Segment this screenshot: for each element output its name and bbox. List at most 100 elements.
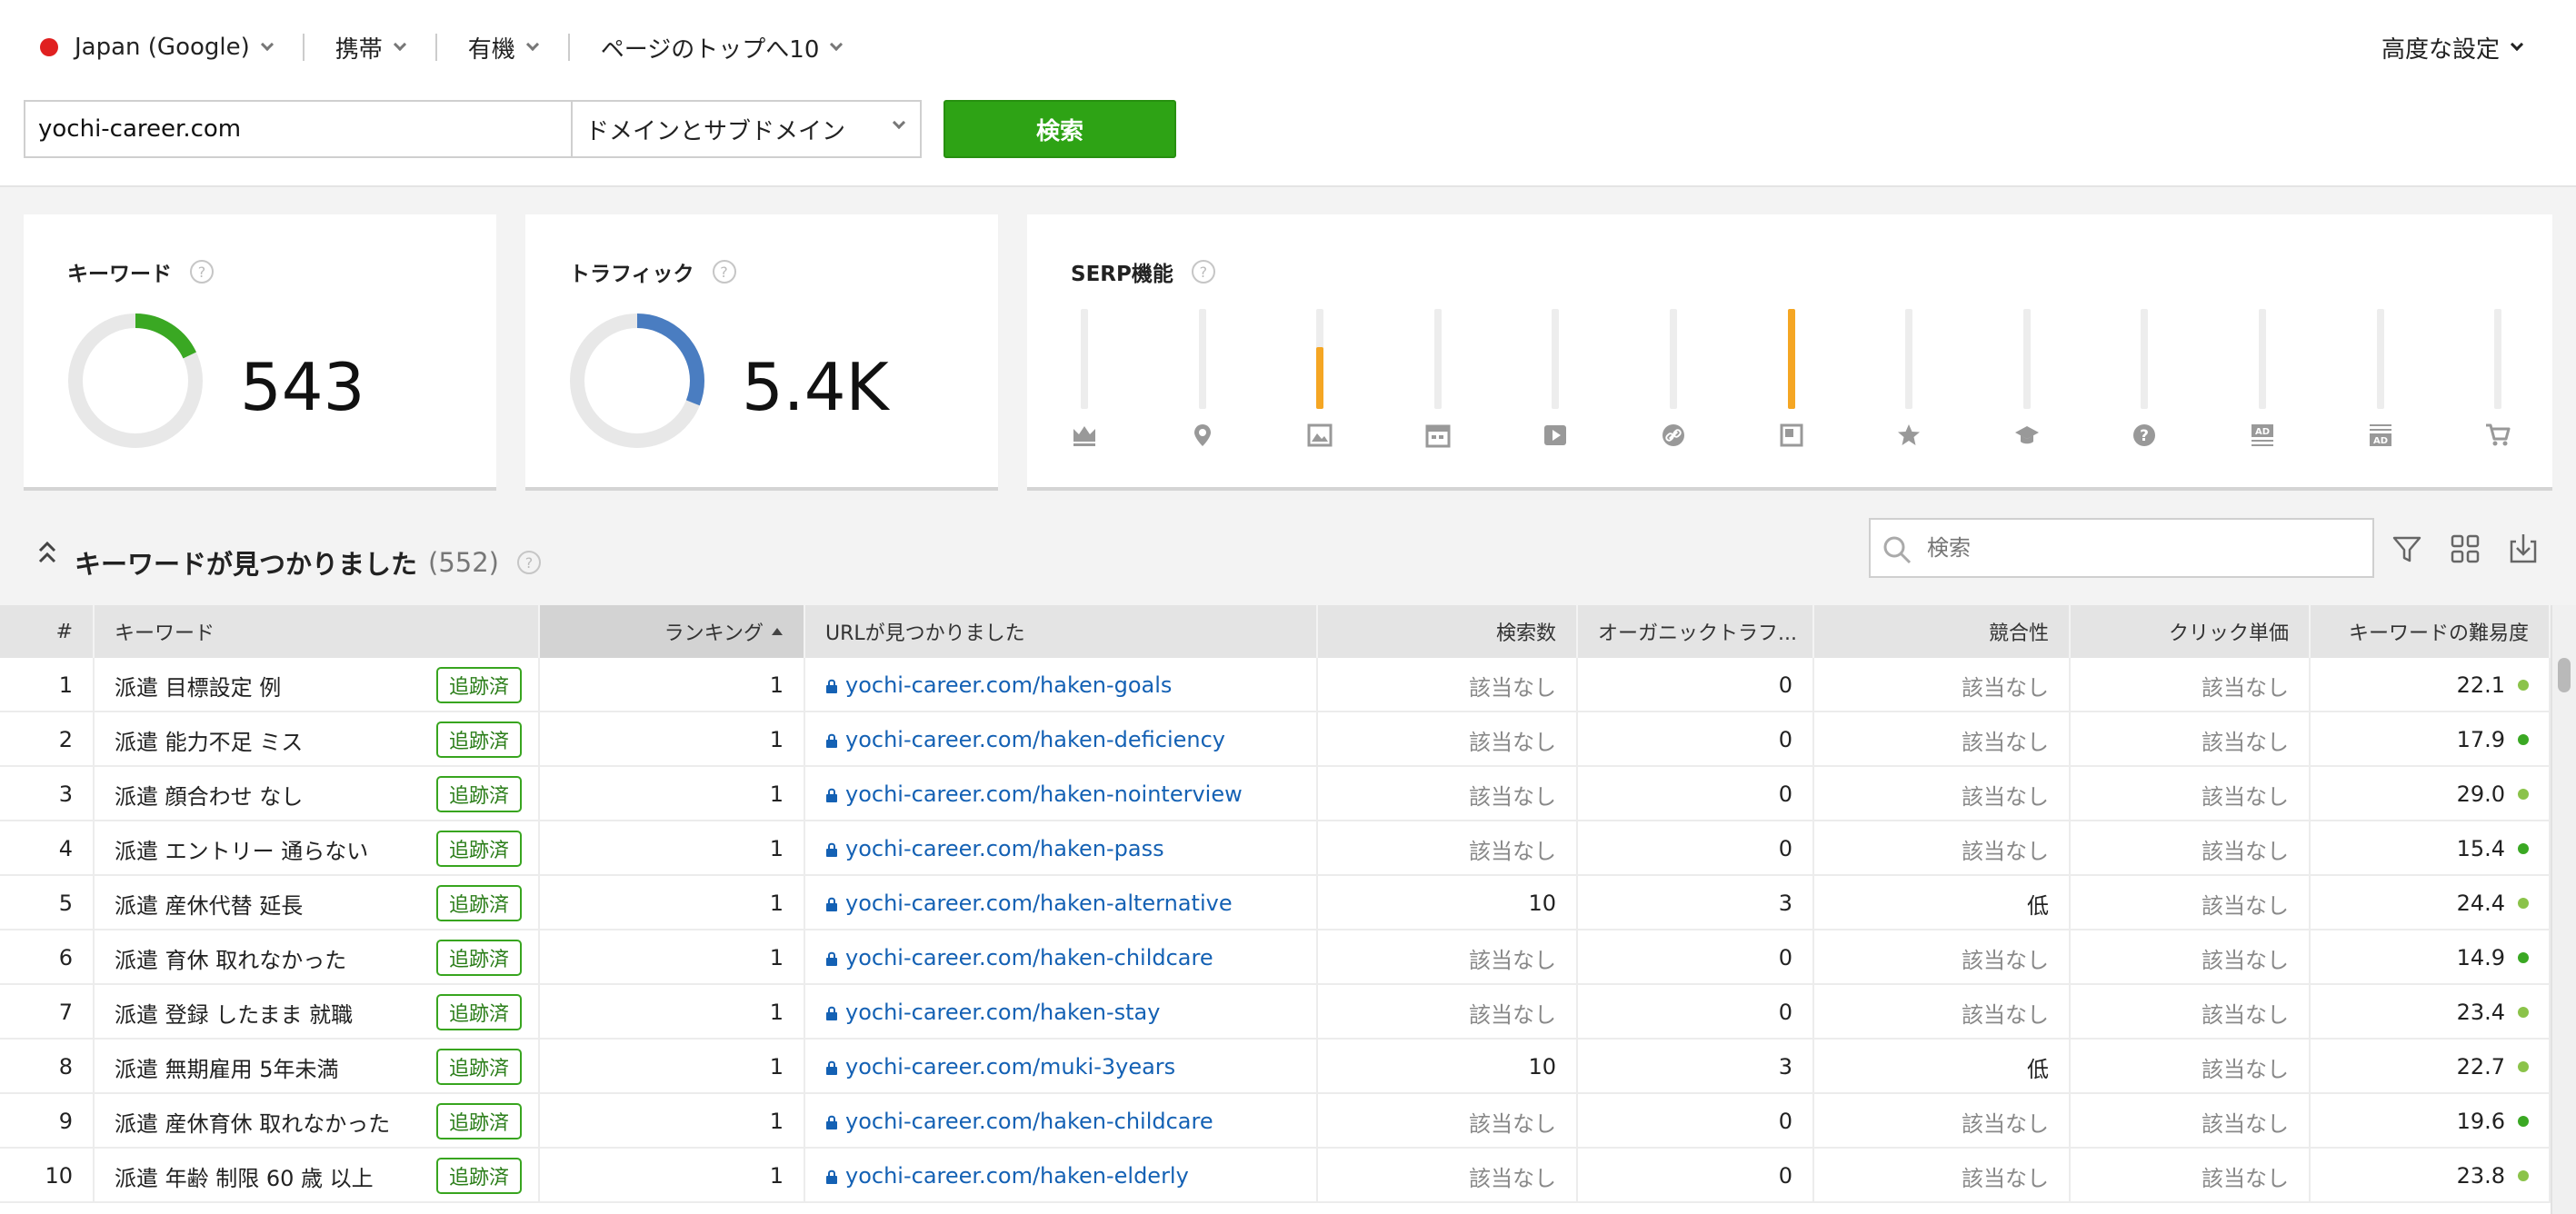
domain-search-row: ドメインとサブドメイン 検索 xyxy=(24,100,1176,158)
kd-indicator-dot xyxy=(2518,734,2529,745)
filter-icon[interactable] xyxy=(2389,531,2425,567)
help-icon[interactable]: ? xyxy=(190,260,214,284)
scrollbar-thumb[interactable] xyxy=(2558,658,2571,692)
serp-feature-graduation-cap[interactable] xyxy=(2000,309,2054,463)
cell-traffic-text: 0 xyxy=(1778,1000,1792,1025)
tracked-button[interactable]: 追跡済 xyxy=(435,1103,522,1139)
cell-traffic: 0 xyxy=(1578,712,1814,767)
table-row[interactable]: 6 派遣 育休 取れなかった 追跡済 1 yochi-career.com/haken-… xyxy=(0,930,2551,985)
column-header-url[interactable]: URLが見つかりました xyxy=(805,605,1318,658)
search-type-filter[interactable]: 有機 xyxy=(468,31,539,65)
cell-competition-text: 該当なし xyxy=(1962,783,2049,810)
serp-feature-shopping-cart[interactable] xyxy=(2471,309,2525,463)
column-header-cpc[interactable]: クリック単価 xyxy=(2071,605,2311,658)
filter-divider xyxy=(302,34,305,61)
tracked-button[interactable]: 追跡済 xyxy=(435,1049,522,1085)
serp-feature-ad-bottom[interactable]: AD xyxy=(2353,309,2408,463)
tracked-button[interactable]: 追跡済 xyxy=(435,831,522,867)
serp-feature-link[interactable] xyxy=(1646,309,1701,463)
column-header-traffic[interactable]: オーガニックトラフ... xyxy=(1578,605,1814,658)
tracked-button[interactable]: 追跡済 xyxy=(435,1158,522,1194)
cell-kd: 14.9 xyxy=(2311,930,2551,985)
table-row[interactable]: 10 派遣 年齢 制限 60 歳 以上 追跡済 1 yochi-career.com/h… xyxy=(0,1149,2551,1203)
ranking-url-link[interactable]: yochi-career.com/haken-stay xyxy=(845,1000,1160,1025)
ranking-url-link[interactable]: yochi-career.com/haken-pass xyxy=(845,836,1164,861)
help-icon[interactable]: ? xyxy=(712,260,736,284)
grid-view-icon[interactable] xyxy=(2447,531,2483,567)
export-icon[interactable] xyxy=(2505,531,2541,567)
country-filter[interactable]: Japan (Google) xyxy=(40,34,274,61)
column-header-keyword[interactable]: キーワード xyxy=(95,605,540,658)
tracked-button[interactable]: 追跡済 xyxy=(435,721,522,758)
svg-text:?: ? xyxy=(2140,427,2149,445)
device-filter-label: 携帯 xyxy=(334,35,383,64)
column-header-rank[interactable]: ランキング xyxy=(540,605,805,658)
table-scrollbar[interactable] xyxy=(2551,605,2576,1214)
tracked-button[interactable]: 追跡済 xyxy=(435,776,522,812)
cell-num-text: 10 xyxy=(45,1163,73,1189)
serp-feature-video[interactable] xyxy=(1528,309,1583,463)
cell-competition-text: 該当なし xyxy=(1962,838,2049,864)
tracked-button[interactable]: 追跡済 xyxy=(435,667,522,703)
table-row[interactable]: 7 派遣 登録 したまま 就職 追跡済 1 yochi-career.com/haken… xyxy=(0,985,2551,1040)
serp-feature-crown[interactable] xyxy=(1057,309,1112,463)
tracked-button[interactable]: 追跡済 xyxy=(435,940,522,976)
table-row[interactable]: 3 派遣 顔合わせ なし 追跡済 1 yochi-career.com/haken-no… xyxy=(0,767,2551,821)
ranking-url-link[interactable]: yochi-career.com/haken-goals xyxy=(845,672,1172,698)
cell-cpc: 該当なし xyxy=(2071,1040,2311,1094)
ranking-url-link[interactable]: yochi-career.com/haken-alternative xyxy=(845,891,1233,916)
serp-feature-image[interactable] xyxy=(1293,309,1347,463)
ranking-url-link[interactable]: yochi-career.com/haken-childcare xyxy=(845,945,1213,970)
cell-competition: 該当なし xyxy=(1814,930,2071,985)
serp-feature-star[interactable] xyxy=(1882,309,1936,463)
cell-keyword: 派遣 顔合わせ なし 追跡済 xyxy=(95,767,540,821)
table-row[interactable]: 9 派遣 産休育休 取れなかった 追跡済 1 yochi-career.com/hake… xyxy=(0,1094,2551,1149)
device-filter[interactable]: 携帯 xyxy=(334,31,406,65)
table-row[interactable]: 8 派遣 無期雇用 5年未満 追跡済 1 yochi-career.com/muki-3… xyxy=(0,1040,2551,1094)
serp-feature-calendar[interactable] xyxy=(1411,309,1465,463)
serp-feature-ad-top[interactable]: AD xyxy=(2235,309,2290,463)
ranking-url-link[interactable]: yochi-career.com/haken-nointerview xyxy=(845,781,1243,807)
domain-input[interactable] xyxy=(24,100,571,158)
table-row[interactable]: 4 派遣 エントリー 通らない 追跡済 1 yochi-career.com/haken… xyxy=(0,821,2551,876)
cell-rank-text: 1 xyxy=(769,891,784,916)
chevron-down-icon xyxy=(2510,37,2524,52)
tracked-button[interactable]: 追跡済 xyxy=(435,994,522,1030)
column-header-competition[interactable]: 競合性 xyxy=(1814,605,2071,658)
cell-num: 7 xyxy=(0,985,95,1040)
cell-keyword-text: 派遣 能力不足 ミス xyxy=(115,729,304,755)
ranking-url-link[interactable]: yochi-career.com/haken-elderly xyxy=(845,1163,1189,1189)
tracked-button[interactable]: 追跡済 xyxy=(435,885,522,921)
filter-divider xyxy=(567,34,570,61)
ranking-url-link[interactable]: yochi-career.com/haken-deficiency xyxy=(845,727,1225,752)
lock-icon xyxy=(826,1060,837,1075)
cell-url: yochi-career.com/haken-alternative xyxy=(805,876,1318,930)
column-header-volume[interactable]: 検索数 xyxy=(1318,605,1578,658)
cell-rank-text: 1 xyxy=(769,1000,784,1025)
keyword-search-input[interactable] xyxy=(1869,518,2374,578)
cell-url: yochi-career.com/haken-nointerview xyxy=(805,767,1318,821)
cell-num: 3 xyxy=(0,767,95,821)
column-header-kd[interactable]: キーワードの難易度 xyxy=(2311,605,2551,658)
kd-indicator-dot xyxy=(2518,898,2529,909)
cell-volume-text: 該当なし xyxy=(1469,783,1556,810)
serp-feature-question[interactable]: ? xyxy=(2117,309,2172,463)
ranking-url-link[interactable]: yochi-career.com/muki-3years xyxy=(845,1054,1175,1080)
search-button[interactable]: 検索 xyxy=(944,100,1176,158)
serp-feature-featured-snippet[interactable] xyxy=(1764,309,1819,463)
kd-value: 14.9 xyxy=(2456,945,2505,970)
scope-select[interactable]: ドメインとサブドメイン xyxy=(571,100,922,158)
table-row[interactable]: 5 派遣 産休代替 延長 追跡済 1 yochi-career.com/haken-al… xyxy=(0,876,2551,930)
column-header-rank-label: ランキング xyxy=(664,622,764,645)
table-row[interactable]: 1 派遣 目標設定 例 追跡済 1 yochi-career.com/haken-goa… xyxy=(0,658,2551,712)
help-icon[interactable]: ? xyxy=(517,551,541,574)
serp-feature-map-pin[interactable] xyxy=(1175,309,1230,463)
ranking-url-link[interactable]: yochi-career.com/haken-childcare xyxy=(845,1109,1213,1134)
help-icon[interactable]: ? xyxy=(1191,260,1215,284)
collapse-icon[interactable] xyxy=(36,536,58,572)
cell-competition-text: 低 xyxy=(2027,1056,2049,1082)
cell-cpc: 該当なし xyxy=(2071,1149,2311,1203)
position-filter[interactable]: ページのトップへ10 xyxy=(601,31,844,65)
table-row[interactable]: 2 派遣 能力不足 ミス 追跡済 1 yochi-career.com/haken-de… xyxy=(0,712,2551,767)
advanced-settings-dropdown[interactable]: 高度な設定 xyxy=(2381,29,2524,65)
